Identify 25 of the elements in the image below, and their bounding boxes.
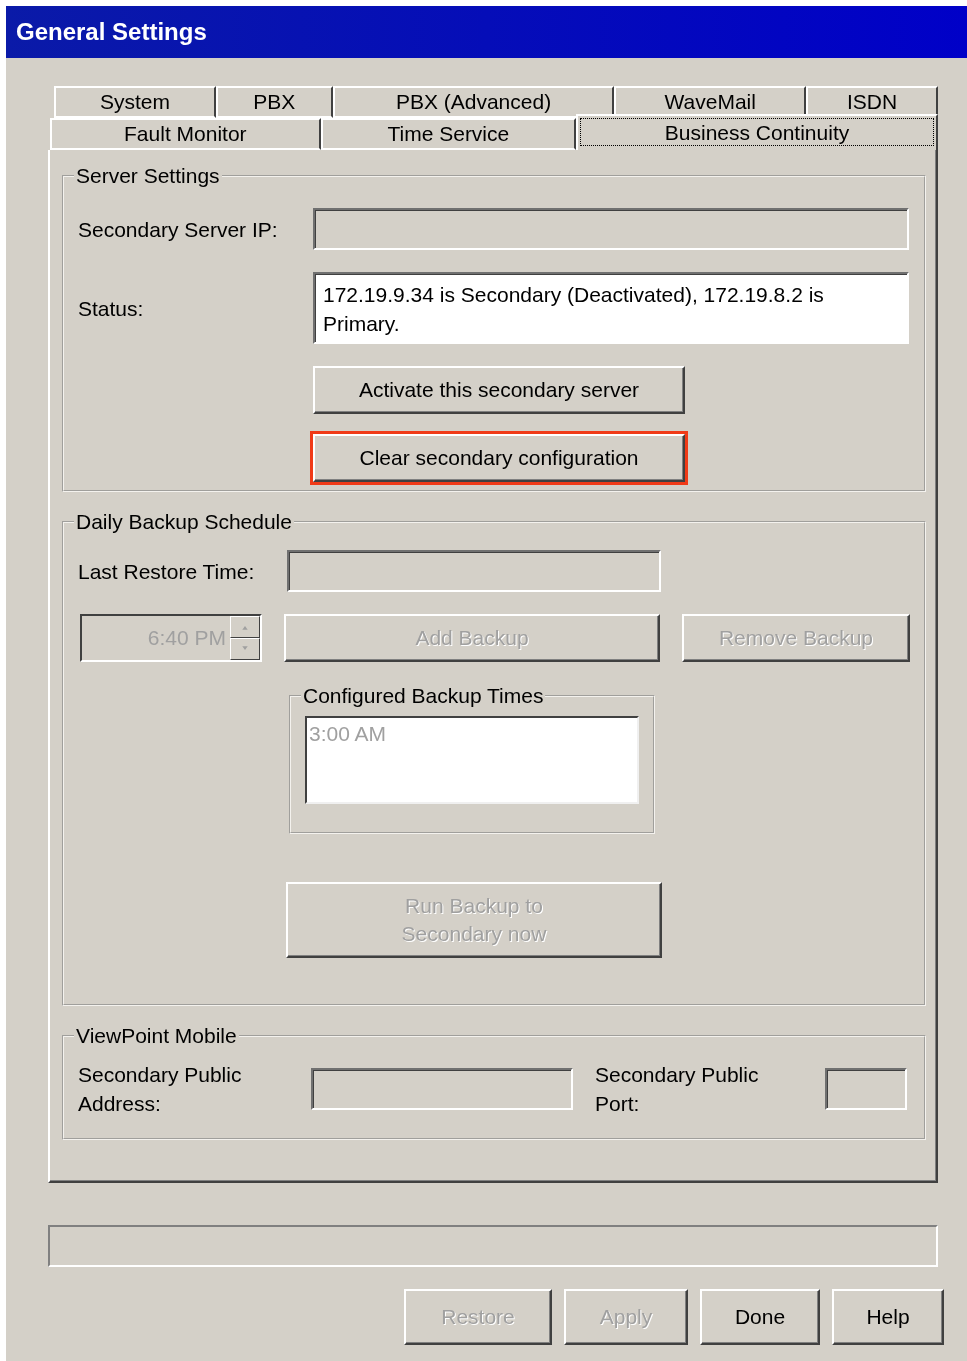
tab[interactable]: Fault Monitor (50, 118, 321, 150)
status-field: 172.19.9.34 is Secondary (Deactivated), 172.19.8.2 is Primary. (313, 272, 909, 344)
group-title: Daily Backup Schedule (75, 510, 293, 534)
action-button[interactable]: Clear secondary configuration (313, 434, 685, 482)
input-field[interactable] (313, 208, 909, 250)
window-title: General Settings (6, 6, 967, 58)
group-title: ViewPoint Mobile (75, 1024, 238, 1048)
tab[interactable]: Business Continuity (576, 114, 938, 150)
tab[interactable]: Time Service (320, 118, 577, 150)
tab[interactable]: PBX (215, 86, 333, 118)
dialog-button[interactable]: Done (700, 1289, 820, 1345)
dialog-button[interactable]: Help (832, 1289, 944, 1345)
input-field[interactable] (311, 1068, 573, 1110)
tab[interactable]: System (54, 86, 216, 118)
group-title: Configured Backup Times (302, 684, 545, 708)
input-field[interactable] (287, 550, 661, 592)
field-label: Secondary Public Port: (595, 1062, 760, 1117)
field-label: Secondary Server IP: (78, 217, 278, 241)
tab[interactable]: PBX (Advanced) (332, 86, 615, 118)
input-field[interactable] (825, 1068, 907, 1110)
field-label: Last Restore Time: (78, 559, 255, 583)
field-label: Status: (78, 296, 144, 320)
field-label: Secondary Public Address: (78, 1062, 243, 1117)
group-title: Server Settings (75, 164, 221, 188)
action-button[interactable]: Activate this secondary server (313, 366, 685, 414)
